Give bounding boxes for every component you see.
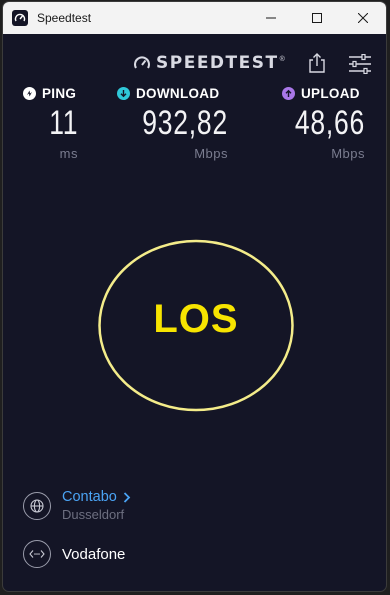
connection-icon xyxy=(23,540,51,568)
provider-name: Vodafone xyxy=(62,545,126,563)
download-metric: DOWNLOAD 932,82 Mbps xyxy=(117,86,228,166)
close-button[interactable] xyxy=(340,2,386,34)
ping-metric: PING 11 ms xyxy=(23,86,78,166)
upload-arrow-icon xyxy=(282,87,295,100)
ping-label: PING xyxy=(42,86,77,101)
download-arrow-icon xyxy=(117,87,130,100)
minimize-icon xyxy=(266,17,276,19)
window-title: Speedtest xyxy=(37,11,92,25)
settings-sliders-icon xyxy=(349,53,371,75)
server-location: Dusseldorf xyxy=(62,507,125,522)
logo-registered-mark: ® xyxy=(279,55,285,63)
ping-value: 11 xyxy=(48,104,78,142)
speedtest-app-icon xyxy=(12,10,28,26)
maximize-icon xyxy=(312,13,322,23)
upload-value: 48,66 xyxy=(294,104,365,142)
share-icon xyxy=(309,53,325,73)
settings-button[interactable] xyxy=(348,53,372,75)
title-bar: Speedtest xyxy=(3,2,386,34)
main-content: SPEEDTEST ® PING 11 ms DOWNLOAD 932,82 M… xyxy=(3,34,386,591)
upload-unit: Mbps xyxy=(331,146,365,161)
ping-icon xyxy=(23,87,36,100)
start-button-label: LOS xyxy=(153,297,239,341)
upload-metric: UPLOAD 48,66 Mbps xyxy=(282,86,365,166)
download-value: 932,82 xyxy=(142,104,228,142)
gauge-logo-icon xyxy=(134,56,150,69)
start-test-button[interactable]: LOS xyxy=(97,239,295,412)
download-label: DOWNLOAD xyxy=(136,86,220,101)
upload-label: UPLOAD xyxy=(301,86,360,101)
share-button[interactable] xyxy=(308,52,326,74)
ping-unit: ms xyxy=(59,146,78,161)
app-window: Speedtest SPEEDTEST ® PING 11 ms DOWNLOA… xyxy=(2,1,387,592)
logo-text: SPEEDTEST xyxy=(156,53,279,73)
provider-row: Vodafone xyxy=(23,540,125,568)
chevron-right-icon xyxy=(123,491,131,503)
server-host-link[interactable]: Contabo xyxy=(62,489,117,505)
server-selector[interactable]: Contabo Dusseldorf xyxy=(23,489,131,522)
close-icon xyxy=(358,13,368,23)
speedtest-logo: SPEEDTEST ® xyxy=(133,53,285,73)
download-unit: Mbps xyxy=(194,146,228,161)
globe-icon xyxy=(23,491,51,520)
minimize-button[interactable] xyxy=(248,2,294,34)
maximize-button[interactable] xyxy=(294,2,340,34)
